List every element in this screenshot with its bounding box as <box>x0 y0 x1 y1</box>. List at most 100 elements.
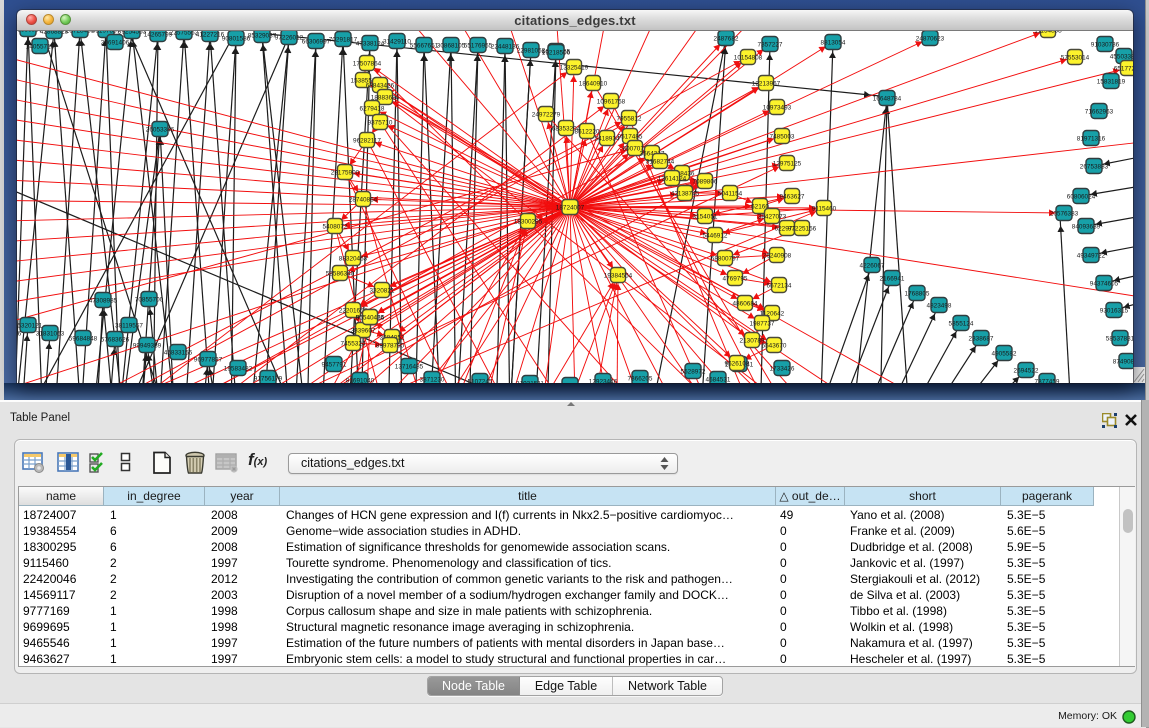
svg-text:88320463: 88320463 <box>339 255 368 262</box>
svg-text:38119557: 38119557 <box>115 322 143 329</box>
svg-text:3154051: 3154051 <box>693 213 718 220</box>
svg-text:22575562: 22575562 <box>170 31 199 36</box>
svg-text:4823498: 4823498 <box>927 302 952 309</box>
svg-text:4860684: 4860684 <box>733 300 758 307</box>
svg-text:55540424: 55540424 <box>356 314 385 321</box>
svg-text:26753883: 26753883 <box>1080 163 1109 170</box>
svg-text:20576383: 20576383 <box>1050 210 1079 217</box>
svg-text:87490893: 87490893 <box>1113 358 1133 365</box>
svg-text:94374605: 94374605 <box>1090 280 1119 287</box>
svg-text:41227216: 41227216 <box>196 31 225 38</box>
svg-text:4226067: 4226067 <box>860 262 885 269</box>
svg-text:2487682: 2487682 <box>714 35 739 42</box>
svg-text:70291817: 70291817 <box>329 36 358 43</box>
svg-text:91756179: 91756179 <box>254 375 283 382</box>
svg-text:7485003: 7485003 <box>770 133 795 140</box>
svg-text:7955812: 7955812 <box>617 115 642 122</box>
svg-text:55176955: 55176955 <box>464 42 493 49</box>
svg-text:11154808: 11154808 <box>1034 31 1062 34</box>
svg-text:12614124: 12614124 <box>658 175 687 182</box>
svg-text:90801586: 90801586 <box>222 35 251 42</box>
svg-text:14055713: 14055713 <box>26 43 55 50</box>
svg-text:66306997: 66306997 <box>302 38 331 45</box>
svg-text:18640910: 18640910 <box>579 80 608 87</box>
svg-text:2694522: 2694522 <box>1014 367 1039 374</box>
svg-text:29175900: 29175900 <box>331 169 360 176</box>
svg-text:19218506: 19218506 <box>542 49 571 56</box>
svg-text:4905582: 4905582 <box>992 350 1017 357</box>
svg-text:26240908: 26240908 <box>763 252 792 259</box>
svg-text:84093639: 84093639 <box>1072 223 1101 230</box>
svg-text:26053346: 26053346 <box>146 126 175 133</box>
svg-text:18724007: 18724007 <box>556 204 585 211</box>
svg-text:8813054: 8813054 <box>821 39 846 46</box>
svg-text:19384554: 19384554 <box>604 272 633 279</box>
svg-text:4769795: 4769795 <box>723 275 748 282</box>
svg-text:96282117: 96282117 <box>353 137 381 144</box>
svg-text:89978790: 89978790 <box>376 342 405 349</box>
svg-text:45503389: 45503389 <box>1110 53 1133 60</box>
svg-text:10973493: 10973493 <box>763 104 792 111</box>
svg-text:5855124: 5855124 <box>949 320 974 327</box>
svg-text:5418934: 5418934 <box>595 135 620 142</box>
svg-text:7377459: 7377459 <box>1035 378 1060 383</box>
svg-text:68800797: 68800797 <box>711 255 740 262</box>
svg-text:22448136: 22448136 <box>491 43 520 50</box>
svg-text:9626108: 9626108 <box>725 360 750 367</box>
svg-text:42868828: 42868828 <box>40 31 69 35</box>
svg-text:71662963: 71662963 <box>1085 108 1114 115</box>
svg-text:1768805: 1768805 <box>905 290 930 297</box>
svg-text:9115460: 9115460 <box>812 205 837 212</box>
svg-text:91030736: 91030736 <box>1091 41 1120 48</box>
svg-text:47308985: 47308985 <box>89 297 118 304</box>
svg-text:81691040: 81691040 <box>346 377 375 383</box>
svg-text:99949389: 99949389 <box>133 342 162 349</box>
svg-text:5408072: 5408072 <box>323 223 348 230</box>
svg-text:2338687: 2338687 <box>969 335 994 342</box>
svg-text:4684531: 4684531 <box>706 376 731 383</box>
svg-text:10961758: 10961758 <box>597 98 626 105</box>
svg-text:31831063: 31831063 <box>36 330 65 337</box>
svg-text:58586340: 58586340 <box>326 270 355 277</box>
svg-text:5528972: 5528972 <box>681 368 706 375</box>
svg-text:7455324: 7455324 <box>341 340 366 347</box>
svg-text:47338124: 47338124 <box>356 40 385 47</box>
svg-text:12975125: 12975125 <box>773 160 802 167</box>
svg-text:55667651: 55667651 <box>410 42 439 49</box>
svg-text:1987737: 1987737 <box>750 320 775 327</box>
svg-text:59684848: 59684848 <box>69 335 98 342</box>
svg-text:57553014: 57553014 <box>1061 54 1090 61</box>
svg-text:13325419: 13325419 <box>560 64 589 71</box>
svg-text:31429110: 31429110 <box>383 38 411 45</box>
svg-text:30868105: 30868105 <box>437 42 466 49</box>
svg-text:93016315: 93016315 <box>1100 307 1129 314</box>
svg-text:8612220: 8612220 <box>575 128 600 135</box>
svg-text:2839607: 2839607 <box>351 327 376 334</box>
svg-text:10154808: 10154808 <box>734 54 763 61</box>
svg-text:31682744: 31682744 <box>646 158 675 165</box>
svg-text:14265799: 14265799 <box>144 31 173 38</box>
svg-text:65177213: 65177213 <box>1114 65 1133 72</box>
svg-text:8755439: 8755439 <box>558 382 583 383</box>
svg-text:97226012: 97226012 <box>275 34 304 41</box>
svg-text:19583482: 19583482 <box>224 365 253 372</box>
svg-text:3320821: 3320821 <box>370 287 395 294</box>
svg-text:97225156: 97225156 <box>788 225 817 232</box>
svg-text:85329037: 85329037 <box>248 32 277 39</box>
svg-text:45833156: 45833156 <box>164 349 193 356</box>
svg-text:3871230: 3871230 <box>420 376 445 383</box>
svg-text:2166941: 2166941 <box>880 275 905 282</box>
svg-text:6672134: 6672134 <box>767 282 792 289</box>
svg-text:89254563: 89254563 <box>118 31 147 35</box>
svg-text:24972279: 24972279 <box>532 111 561 118</box>
svg-text:7089806: 7089806 <box>693 178 718 185</box>
svg-text:6543670: 6543670 <box>762 342 787 349</box>
svg-text:70855700: 70855700 <box>135 296 164 303</box>
svg-text:12923446: 12923446 <box>589 378 618 383</box>
svg-text:12213967: 12213967 <box>752 80 781 87</box>
svg-text:5041154: 5041154 <box>718 190 743 197</box>
svg-text:16648784: 16648784 <box>873 95 902 102</box>
svg-text:15831819: 15831819 <box>1097 78 1126 85</box>
svg-text:96977837: 96977837 <box>194 356 223 363</box>
svg-text:31931511: 31931511 <box>516 380 544 383</box>
